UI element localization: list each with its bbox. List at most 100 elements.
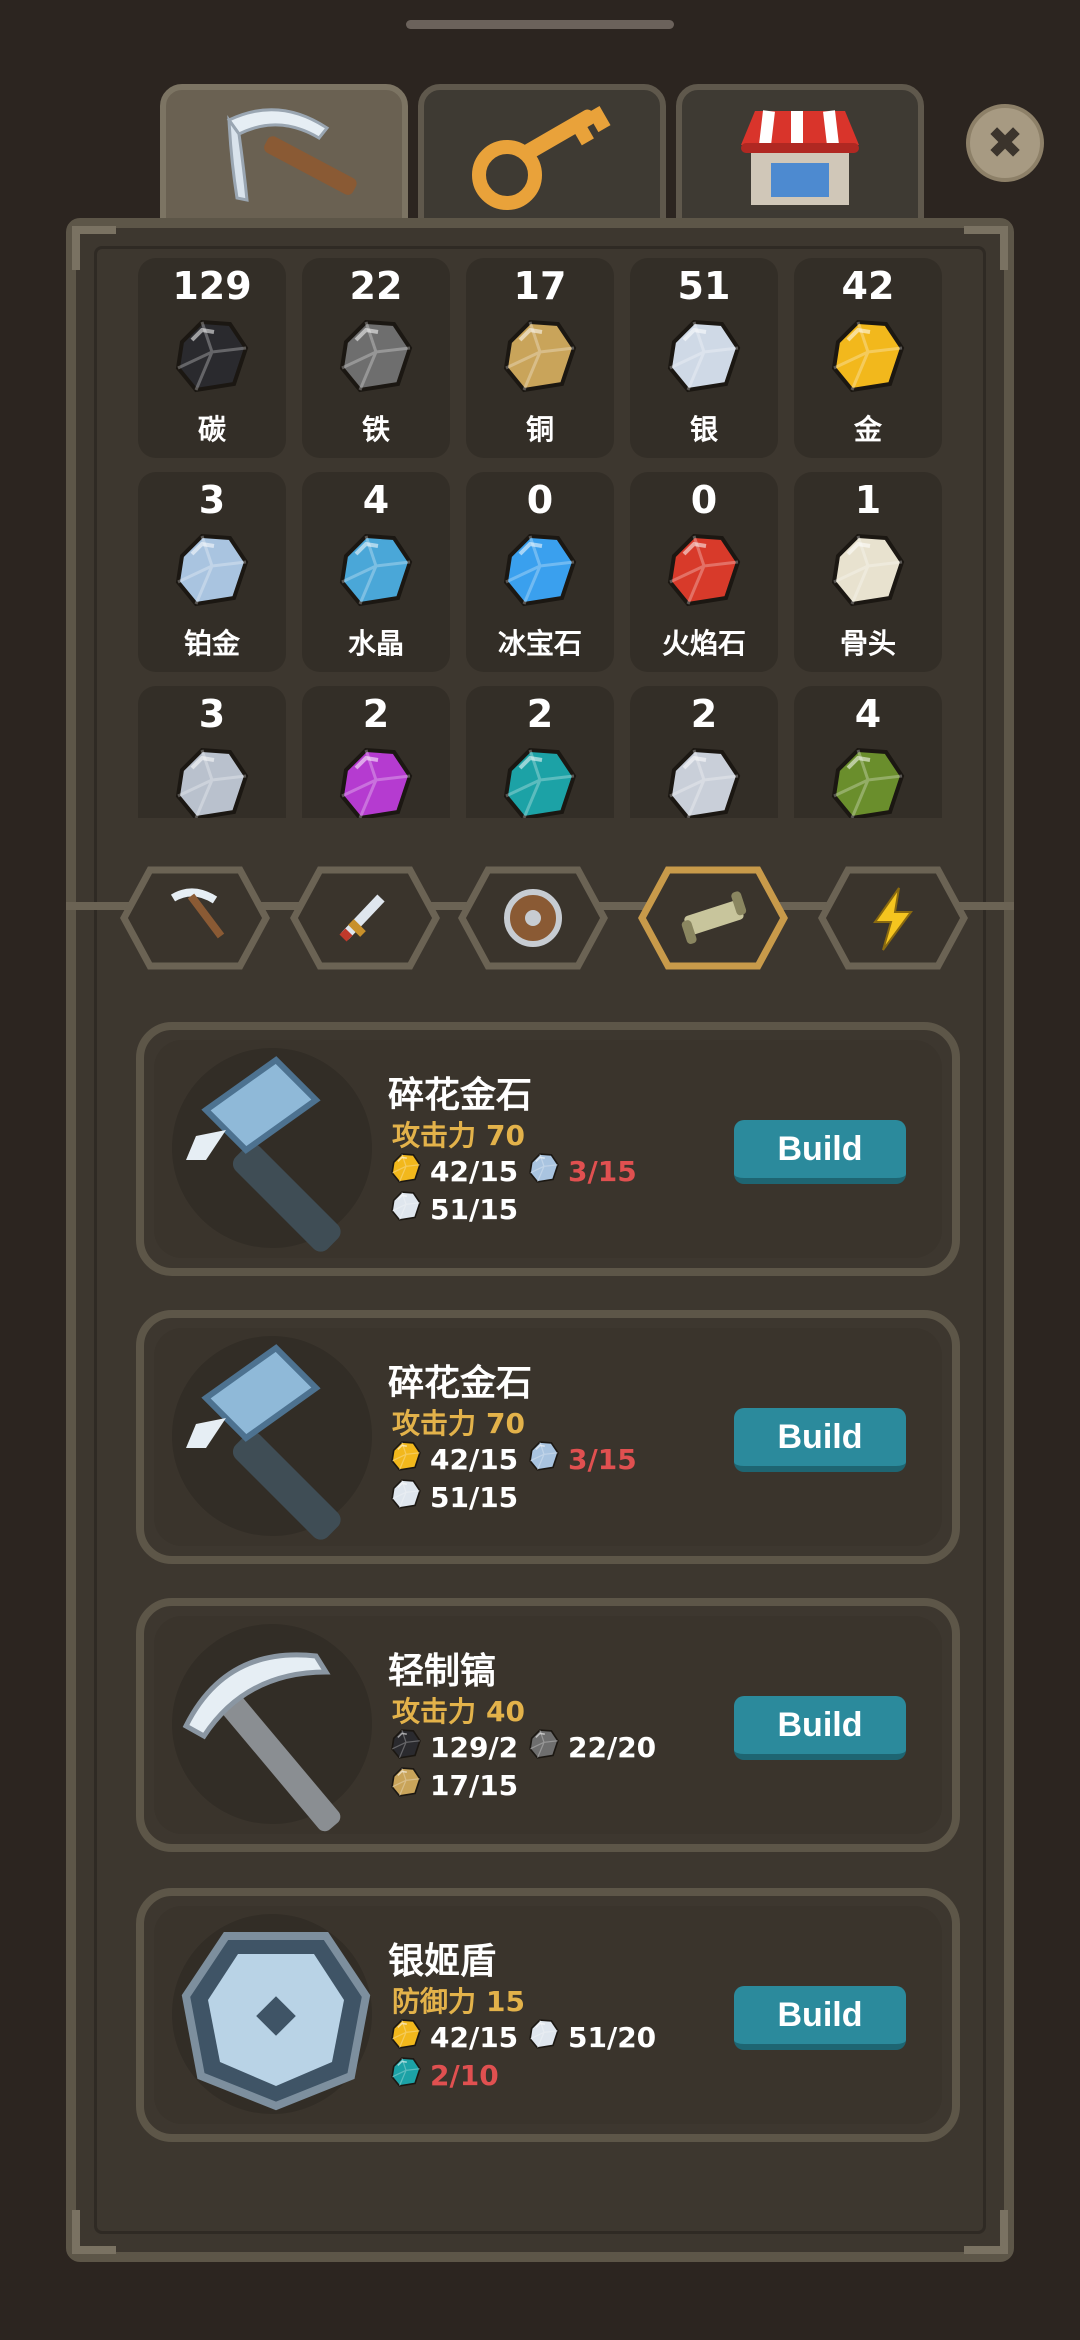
resource-gem-icon <box>660 312 748 400</box>
resource-gem-icon <box>332 740 420 818</box>
drag-handle[interactable] <box>406 20 674 29</box>
requirement-amount: 42/15 <box>430 1155 519 1188</box>
requirement-item: 17/15 <box>388 1764 518 1807</box>
resource-tile: 42 金 <box>794 258 942 458</box>
resource-gem-icon <box>496 312 584 400</box>
silver-icon <box>526 2016 568 2059</box>
stat-value: 40 <box>486 1695 525 1728</box>
resource-name: 铜 <box>525 413 554 446</box>
requirement-item: 42/15 <box>388 1438 518 1481</box>
resource-tile: 2 <box>466 686 614 818</box>
recipe-card: 碎花金石 攻击力 70 42/15 3/15 51/15 Build <box>136 1022 960 1276</box>
requirement-item: 129/2 <box>388 1726 518 1769</box>
close-button[interactable]: ✖ <box>966 104 1044 182</box>
resource-name: 水晶 <box>347 627 404 660</box>
resource-count: 0 <box>526 478 554 522</box>
silver-icon <box>388 1188 430 1231</box>
recipe-stat: 攻击力 40 <box>392 1690 525 1730</box>
resource-gem-icon <box>824 740 912 818</box>
tab-pickaxe[interactable] <box>160 84 408 234</box>
resource-name: 碳 <box>197 413 226 446</box>
recipe-stat: 防御力 15 <box>392 1980 525 2020</box>
stat-value: 70 <box>486 1407 525 1440</box>
copper-icon <box>388 1764 430 1807</box>
gold-icon <box>388 1150 430 1193</box>
resource-count: 17 <box>513 264 567 308</box>
close-icon: ✖ <box>986 117 1024 169</box>
requirement-amount: 3/15 <box>568 1155 637 1188</box>
category-sword[interactable] <box>290 866 440 970</box>
resource-tile: 3 <box>138 686 286 818</box>
resource-count: 1 <box>854 478 882 522</box>
hammer-icon <box>166 1040 386 1260</box>
resource-tile: 2 <box>302 686 450 818</box>
resource-name: 冰宝石 <box>497 627 582 660</box>
build-button[interactable]: Build <box>734 1120 906 1184</box>
tab-key[interactable] <box>418 84 666 234</box>
requirement-item: 2/10 <box>388 2054 499 2097</box>
resource-count: 0 <box>690 478 718 522</box>
build-button[interactable]: Build <box>734 1696 906 1760</box>
category-scroll[interactable] <box>638 866 788 970</box>
requirement-amount: 51/15 <box>430 1481 519 1514</box>
requirement-amount: 51/15 <box>430 1193 519 1226</box>
build-button[interactable]: Build <box>734 1408 906 1472</box>
resource-gem-icon <box>660 740 748 818</box>
category-pickaxe[interactable] <box>120 866 270 970</box>
recipe-title: 银姬盾 <box>388 1941 497 1982</box>
requirement-item: 51/15 <box>388 1188 518 1231</box>
resource-count: 2 <box>690 692 718 736</box>
requirement-amount: 22/20 <box>568 1731 657 1764</box>
build-button[interactable]: Build <box>734 1986 906 2050</box>
requirement-item: 3/15 <box>526 1150 637 1193</box>
resource-gem-icon <box>660 526 748 614</box>
resource-count: 42 <box>841 264 895 308</box>
recipe-stat: 攻击力 70 <box>392 1114 525 1154</box>
resource-tile: 3 铂金 <box>138 472 286 672</box>
resource-count: 51 <box>677 264 731 308</box>
category-lightning[interactable] <box>818 866 968 970</box>
resource-gem-icon <box>168 526 256 614</box>
resource-tile: 2 <box>630 686 778 818</box>
stat-value: 70 <box>486 1119 525 1152</box>
resource-count: 129 <box>172 264 252 308</box>
resource-gem-icon <box>824 526 912 614</box>
iron-icon <box>526 1726 568 1769</box>
requirement-amount: 51/20 <box>568 2021 657 2054</box>
resource-gem-icon <box>168 312 256 400</box>
requirement-item: 42/15 <box>388 1150 518 1193</box>
category-shield[interactable] <box>458 866 608 970</box>
platinum-icon <box>526 1438 568 1481</box>
requirement-amount: 42/15 <box>430 1443 519 1476</box>
requirement-amount: 2/10 <box>430 2059 499 2092</box>
resource-tile: 4 水晶 <box>302 472 450 672</box>
resource-tile: 17 铜 <box>466 258 614 458</box>
panel-corner <box>964 226 1008 270</box>
recipe-card: 碎花金石 攻击力 70 42/15 3/15 51/15 Build <box>136 1310 960 1564</box>
requirement-amount: 17/15 <box>430 1769 519 1802</box>
resource-tile: 22 铁 <box>302 258 450 458</box>
resource-grid[interactable]: 129 碳 22 铁 17 铜 51 银 42 金3 铂金 4 水晶 0 冰宝石… <box>138 258 954 818</box>
hammer-icon <box>166 1328 386 1548</box>
pickaxe-icon <box>166 100 402 220</box>
pickaxe-icon <box>166 1616 386 1836</box>
gold-icon <box>388 1438 430 1481</box>
requirement-amount: 42/15 <box>430 2021 519 2054</box>
stat-label: 攻击力 <box>392 1695 477 1728</box>
platinum-icon <box>526 1150 568 1193</box>
recipe-card: 轻制镐 攻击力 40 129/2 22/20 17/15 Build <box>136 1598 960 1852</box>
silver-icon <box>388 1476 430 1519</box>
resource-count: 22 <box>349 264 403 308</box>
resource-name: 银 <box>689 413 718 446</box>
resource-tile: 51 银 <box>630 258 778 458</box>
requirement-item: 51/15 <box>388 1476 518 1519</box>
tab-shop[interactable] <box>676 84 924 234</box>
stat-label: 攻击力 <box>392 1407 477 1440</box>
resource-tile: 129 碳 <box>138 258 286 458</box>
resource-name: 铂金 <box>183 627 240 660</box>
stat-value: 15 <box>486 1985 525 2018</box>
key-icon <box>424 100 660 220</box>
gold-icon <box>388 2016 430 2059</box>
panel-corner <box>72 2210 116 2254</box>
resource-count: 3 <box>198 478 226 522</box>
